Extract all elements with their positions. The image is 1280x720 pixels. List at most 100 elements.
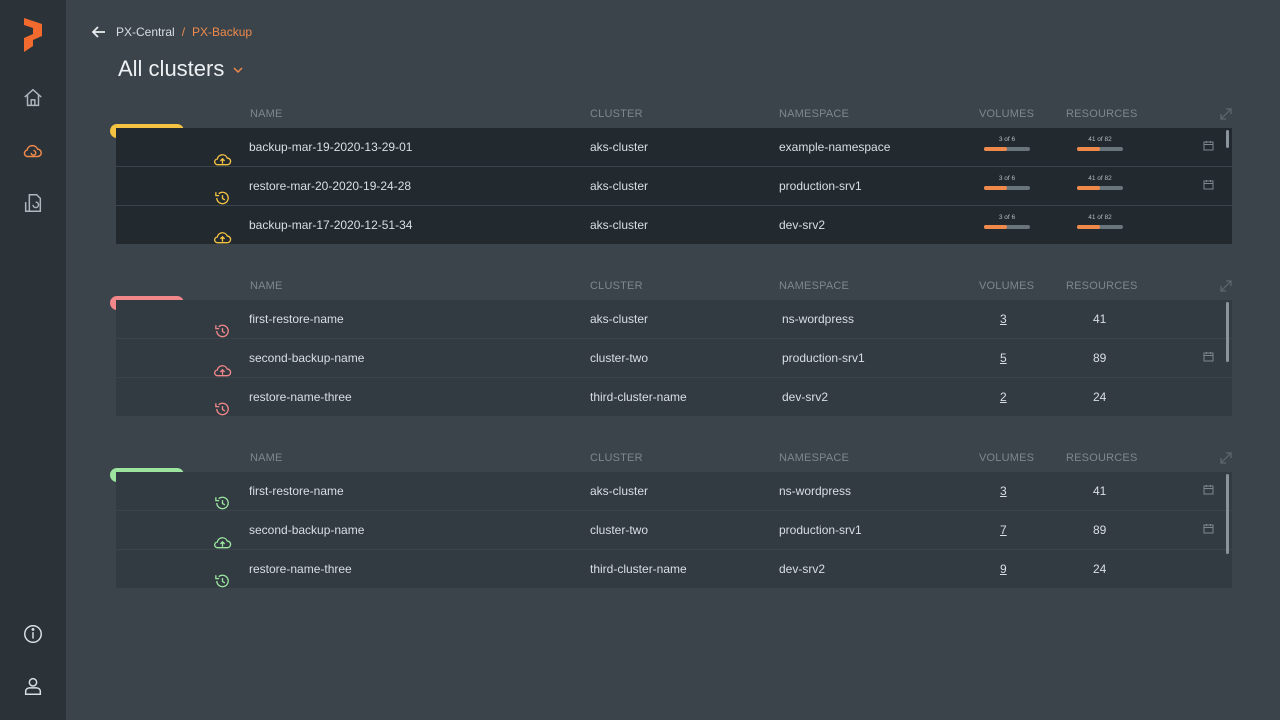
expand-icon[interactable] — [1220, 108, 1232, 120]
home-icon[interactable] — [21, 86, 45, 110]
calendar-icon[interactable] — [1203, 140, 1214, 151]
namespace-name: dev-srv2 — [779, 218, 826, 232]
namespace-name: production-srv1 — [779, 179, 862, 193]
column-header-namespace[interactable]: NAMESPACE — [779, 280, 849, 292]
calendar-icon[interactable] — [1203, 523, 1214, 534]
column-header-resources[interactable]: RESOURCES — [1066, 108, 1137, 120]
restore-file-icon[interactable] — [21, 191, 45, 215]
column-header-cluster[interactable]: CLUSTER — [590, 108, 643, 120]
job-name: first-restore-name — [249, 484, 344, 498]
cluster-selector[interactable]: All clusters — [118, 56, 244, 82]
resources-progress: 41 of 82 — [1077, 136, 1123, 151]
resources-count: 41 — [1093, 484, 1107, 498]
resources-count: 89 — [1093, 351, 1107, 365]
cloud-backup-icon[interactable] — [21, 139, 45, 163]
table-row[interactable]: second-backup-name cluster-two production-… — [116, 511, 1232, 549]
resources-count: 24 — [1093, 562, 1107, 576]
calendar-icon[interactable] — [1203, 484, 1214, 495]
job-name: restore-name-three — [249, 562, 352, 576]
table-row[interactable]: first-restore-name aks-cluster ns-wordpres… — [116, 300, 1232, 338]
cluster-name: aks-cluster — [590, 312, 649, 326]
column-header-name[interactable]: NAME — [250, 280, 283, 292]
table-header: NAME CLUSTER NAMESPACE VOLUMES RESOURCES… — [110, 102, 1232, 138]
cluster-name: aks-cluster — [590, 484, 649, 498]
scrollbar[interactable] — [1226, 130, 1229, 148]
cluster-name: aks-cluster — [590, 140, 649, 154]
column-header-volumes[interactable]: VOLUMES — [979, 452, 1034, 464]
portworx-logo[interactable] — [20, 16, 46, 56]
info-icon[interactable] — [21, 622, 45, 646]
table-row[interactable]: restore-name-three third-cluster-name dev-… — [116, 550, 1232, 588]
breadcrumb-px-backup: PX-Backup — [192, 25, 253, 39]
job-name: restore-mar-20-2020-19-24-28 — [249, 179, 412, 193]
table-header: NAME CLUSTER NAMESPACE VOLUMES RESOURCES… — [110, 274, 1232, 310]
job-section: NAME CLUSTER NAMESPACE VOLUMES RESOURCES… — [110, 274, 1232, 417]
volumes-count-link[interactable]: 3 — [1000, 312, 1007, 326]
table-row[interactable]: restore-mar-20-2020-19-24-28 aks-cluster p… — [116, 167, 1232, 205]
column-header-name[interactable]: NAME — [250, 108, 283, 120]
table-row[interactable]: backup-mar-19-2020-13-29-01 aks-cluster ex… — [116, 128, 1232, 166]
cluster-name: third-cluster-name — [590, 390, 687, 404]
job-section: NAME CLUSTER NAMESPACE VOLUMES RESOURCES… — [110, 446, 1232, 589]
page-title: All clusters — [118, 56, 225, 81]
namespace-name: production-srv1 — [782, 351, 865, 365]
chevron-down-icon — [233, 67, 243, 74]
main-content: PX-Central / PX-Backup All clusters NAME… — [66, 0, 1280, 720]
user-icon[interactable] — [21, 674, 45, 698]
volumes-count-link[interactable]: 3 — [1000, 484, 1007, 498]
job-name: first-restore-name — [249, 312, 344, 326]
column-header-resources[interactable]: RESOURCES — [1066, 280, 1137, 292]
expand-icon[interactable] — [1220, 280, 1232, 292]
resources-progress: 41 of 82 — [1077, 175, 1123, 190]
column-header-namespace[interactable]: NAMESPACE — [779, 108, 849, 120]
column-header-resources[interactable]: RESOURCES — [1066, 452, 1137, 464]
namespace-name: ns-wordpress — [782, 312, 855, 326]
calendar-icon[interactable] — [1203, 179, 1214, 190]
resources-count: 41 — [1093, 312, 1107, 326]
namespace-name: production-srv1 — [779, 523, 862, 537]
breadcrumb-px-central[interactable]: PX-Central — [116, 25, 175, 39]
cluster-name: aks-cluster — [590, 218, 649, 232]
job-name: second-backup-name — [249, 351, 365, 365]
volumes-count-link[interactable]: 9 — [1000, 562, 1007, 576]
table-row[interactable]: first-restore-name aks-cluster ns-wordpres… — [116, 472, 1232, 510]
table-row[interactable]: second-backup-name cluster-two production-… — [116, 339, 1232, 377]
job-section: NAME CLUSTER NAMESPACE VOLUMES RESOURCES… — [110, 102, 1232, 245]
resources-count: 24 — [1093, 390, 1107, 404]
cluster-name: aks-cluster — [590, 179, 649, 193]
resources-progress: 41 of 82 — [1077, 214, 1123, 229]
breadcrumb: PX-Central / PX-Backup — [90, 22, 252, 42]
expand-icon[interactable] — [1220, 452, 1232, 464]
calendar-icon[interactable] — [1203, 351, 1214, 362]
table-row[interactable]: restore-name-three third-cluster-name dev-… — [116, 378, 1232, 416]
job-name: backup-mar-19-2020-13-29-01 — [249, 140, 413, 154]
namespace-name: example-namespace — [779, 140, 891, 154]
resources-count: 89 — [1093, 523, 1107, 537]
scrollbar[interactable] — [1226, 302, 1229, 362]
volumes-progress: 3 of 6 — [984, 136, 1030, 151]
column-header-volumes[interactable]: VOLUMES — [979, 280, 1034, 292]
table-header: NAME CLUSTER NAMESPACE VOLUMES RESOURCES… — [110, 446, 1232, 482]
namespace-name: dev-srv2 — [779, 562, 826, 576]
table-row[interactable]: backup-mar-17-2020-12-51-34 aks-cluster de… — [116, 206, 1232, 244]
column-header-cluster[interactable]: CLUSTER — [590, 280, 643, 292]
volumes-progress: 3 of 6 — [984, 175, 1030, 190]
cluster-name: cluster-two — [590, 351, 649, 365]
back-arrow-icon[interactable] — [90, 23, 108, 41]
scrollbar[interactable] — [1226, 474, 1229, 554]
job-name: restore-name-three — [249, 390, 352, 404]
cluster-name: cluster-two — [590, 523, 649, 537]
job-name: second-backup-name — [249, 523, 365, 537]
column-header-cluster[interactable]: CLUSTER — [590, 452, 643, 464]
column-header-volumes[interactable]: VOLUMES — [979, 108, 1034, 120]
breadcrumb-separator: / — [181, 25, 186, 39]
cluster-name: third-cluster-name — [590, 562, 687, 576]
sidebar — [0, 0, 66, 720]
column-header-namespace[interactable]: NAMESPACE — [779, 452, 849, 464]
namespace-name: dev-srv2 — [782, 390, 829, 404]
volumes-count-link[interactable]: 2 — [1000, 390, 1007, 404]
column-header-name[interactable]: NAME — [250, 452, 283, 464]
volumes-count-link[interactable]: 5 — [1000, 351, 1007, 365]
namespace-name: ns-wordpress — [779, 484, 852, 498]
volumes-count-link[interactable]: 7 — [1000, 523, 1007, 537]
